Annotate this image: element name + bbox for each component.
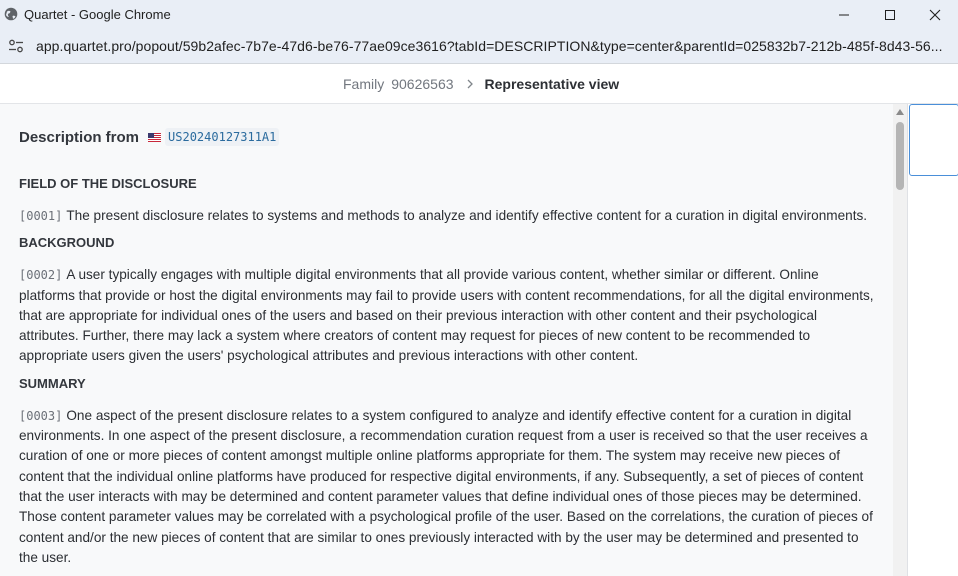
section-heading: FIELD OF THE DISCLOSURE (19, 176, 197, 191)
minimap-panel (907, 104, 958, 576)
description-title: Description from (19, 128, 140, 146)
minimize-icon (839, 14, 849, 15)
window-title: Quartet - Google Chrome (24, 7, 171, 22)
publication-number-link[interactable]: US20240127311A1 (165, 128, 280, 146)
breadcrumb-family-label[interactable]: Family (343, 76, 384, 92)
paragraph-text: The present disclosure relates to system… (66, 208, 868, 223)
minimize-button[interactable] (821, 0, 867, 29)
section-heading: BACKGROUND (19, 235, 115, 251)
close-button[interactable] (912, 0, 958, 29)
paragraph: [0002] A user typically engages with mult… (19, 265, 875, 366)
breadcrumb: Family 90626563 Representative view (0, 64, 958, 104)
paragraph-number: [0001] (19, 209, 63, 223)
chevron-right-icon (467, 79, 473, 89)
url-text[interactable]: app.quartet.pro/popout/59b2afec-7b7e-47d… (36, 38, 942, 54)
scrollbar-thumb[interactable] (896, 122, 904, 190)
site-settings-icon[interactable] (8, 38, 24, 54)
paragraph: [0001] The present disclosure relates to … (19, 206, 875, 226)
paragraph-number: [0002] (19, 268, 63, 283)
section-heading: SUMMARY (19, 375, 86, 391)
maximize-icon (885, 9, 895, 20)
breadcrumb-family-id[interactable]: 90626563 (391, 76, 453, 92)
globe-icon (4, 7, 18, 21)
paragraph-text: A user typically engages with multiple d… (19, 267, 874, 364)
description-body: FIELD OF THE DISCLOSURE [0001] The presen… (19, 176, 875, 576)
vertical-scrollbar[interactable] (893, 104, 907, 576)
window-titlebar: Quartet - Google Chrome (0, 0, 958, 29)
maximize-button[interactable] (867, 0, 913, 29)
description-header: Description from US20240127311A1 (19, 128, 280, 146)
minimap-viewport[interactable] (909, 104, 958, 176)
breadcrumb-current: Representative view (484, 76, 620, 92)
address-bar[interactable]: app.quartet.pro/popout/59b2afec-7b7e-47d… (0, 29, 958, 64)
us-flag-icon (148, 132, 162, 142)
paragraph-text: One aspect of the present disclosure rel… (19, 407, 873, 565)
scroll-up-arrow-icon[interactable] (896, 108, 904, 116)
description-panel: Description from US20240127311A1 FIELD O… (0, 104, 893, 576)
paragraph: [0003] One aspect of the present disclosu… (19, 406, 875, 568)
paragraph-number: [0003] (19, 408, 63, 423)
close-icon (929, 9, 941, 20)
